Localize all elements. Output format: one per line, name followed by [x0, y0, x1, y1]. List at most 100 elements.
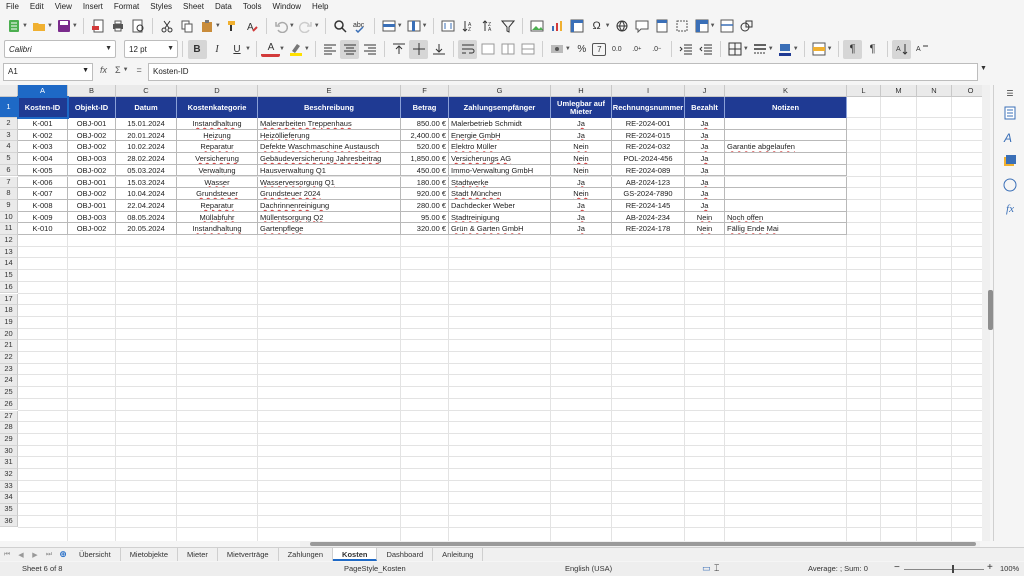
table-cell[interactable]: Defekte Waschmaschine Austausch	[258, 141, 401, 154]
table-cell[interactable]: K-007	[18, 188, 68, 200]
table-cell[interactable]: Immo-Verwaltung GmbH	[449, 164, 551, 177]
table-cell[interactable]: OBJ-003	[68, 153, 116, 165]
row-header[interactable]: 32	[0, 469, 18, 481]
unmerge-cells-icon[interactable]	[518, 40, 537, 59]
table-cell[interactable]: Ja	[551, 129, 612, 142]
table-cell[interactable]: Grundsteuer 2024	[258, 188, 401, 200]
column-header-g[interactable]: G	[449, 85, 551, 97]
table-cell[interactable]	[725, 176, 847, 189]
row-header[interactable]: 36	[0, 515, 18, 528]
sheet-tab[interactable]: Dashboard	[377, 548, 434, 561]
table-header-cell[interactable]: Notizen	[725, 97, 847, 118]
print-preview-icon[interactable]	[128, 17, 147, 36]
table-cell[interactable]: OBJ-002	[68, 141, 116, 154]
table-cell[interactable]: K-009	[18, 211, 68, 224]
font-name-box[interactable]: Calibri ▼	[4, 40, 116, 58]
row-header[interactable]: 5	[0, 153, 18, 165]
row-header[interactable]: 23	[0, 363, 18, 376]
chevron-down-icon[interactable]: ▼	[565, 46, 571, 52]
menu-insert[interactable]: Insert	[77, 0, 108, 13]
row-header[interactable]: 7	[0, 176, 18, 189]
row-header[interactable]: 15	[0, 270, 18, 282]
pivot-table-icon[interactable]	[567, 17, 586, 36]
table-cell[interactable]: K-010	[18, 223, 68, 235]
column-header-h[interactable]: H	[551, 85, 612, 97]
save-icon[interactable]	[54, 17, 73, 36]
table-cell[interactable]: 920.00 €	[401, 188, 449, 200]
show-draw-functions-icon[interactable]	[737, 17, 756, 36]
row-header[interactable]: 25	[0, 387, 18, 399]
column-icon[interactable]	[404, 17, 423, 36]
previous-sheet-icon[interactable]: ◀	[14, 551, 28, 559]
table-cell[interactable]: Ja	[685, 176, 725, 189]
text-direction-icon[interactable]: A	[892, 39, 912, 59]
table-cell[interactable]: 450.00 €	[401, 164, 449, 177]
table-cell[interactable]: Gartenpflege	[258, 223, 401, 235]
table-header-cell[interactable]: Datum	[116, 97, 177, 118]
zoom-out-icon[interactable]: −	[894, 562, 900, 573]
align-left-icon[interactable]	[320, 40, 339, 59]
row-header[interactable]: 1	[0, 97, 18, 118]
row-header[interactable]: 12	[0, 235, 18, 247]
table-cell[interactable]: K-006	[18, 176, 68, 189]
zoom-slider[interactable]	[904, 569, 984, 570]
row-header[interactable]: 13	[0, 246, 18, 259]
column-header-c[interactable]: C	[116, 85, 177, 97]
table-cell[interactable]: OBJ-001	[68, 199, 116, 212]
chevron-down-icon[interactable]: ▼	[710, 23, 716, 29]
delete-decimal-icon[interactable]: .0−	[647, 40, 666, 59]
table-cell[interactable]: Heizöllieferung	[258, 129, 401, 142]
insert-chart-icon[interactable]	[547, 17, 566, 36]
table-cell[interactable]: Hausverwaltung Q1	[258, 164, 401, 177]
sheet-tab[interactable]: Kosten	[333, 548, 378, 561]
column-header-e[interactable]: E	[258, 85, 401, 97]
add-sheet-icon[interactable]: ⊕	[56, 549, 70, 560]
border-color-icon[interactable]	[775, 40, 794, 59]
row-header[interactable]: 4	[0, 141, 18, 154]
language[interactable]: English (USA)	[565, 564, 612, 573]
chevron-down-icon[interactable]: ▼	[245, 46, 251, 52]
chevron-down-icon[interactable]: ▼	[605, 23, 611, 29]
copy-icon[interactable]	[177, 17, 196, 36]
row-header[interactable]: 28	[0, 422, 18, 434]
table-cell[interactable]: RE-2024-178	[612, 223, 685, 235]
table-cell[interactable]: OBJ-001	[68, 118, 116, 130]
zoom-in-icon[interactable]: +	[987, 562, 993, 573]
sort-ascending-icon[interactable]: AZ	[458, 17, 477, 36]
align-bottom-icon[interactable]	[429, 40, 448, 59]
find-replace-icon[interactable]	[330, 17, 349, 36]
align-top-icon[interactable]	[389, 40, 408, 59]
cut-icon[interactable]	[157, 17, 176, 36]
name-box[interactable]: A1 ▼	[3, 63, 93, 81]
menu-format[interactable]: Format	[108, 0, 144, 13]
column-header-f[interactable]: F	[401, 85, 449, 97]
chevron-down-icon[interactable]: ▼	[72, 23, 78, 29]
bold-button[interactable]: B	[187, 39, 207, 59]
percent-format-button[interactable]: %	[572, 40, 591, 59]
split-window-icon[interactable]	[717, 17, 736, 36]
table-cell[interactable]: K-002	[18, 129, 68, 142]
table-cell[interactable]: Dachdecker Weber	[449, 199, 551, 212]
selection-mode-icon[interactable]: ▭	[702, 563, 711, 574]
chevron-down-icon[interactable]: ▼	[768, 46, 774, 52]
menu-tools[interactable]: Tools	[237, 0, 267, 13]
menu-help[interactable]: Help	[306, 0, 333, 13]
table-cell[interactable]: K-003	[18, 141, 68, 154]
row-header[interactable]: 31	[0, 457, 18, 469]
table-cell[interactable]: Stadtreinigung	[449, 211, 551, 224]
table-cell[interactable]: Garantie abgelaufen	[725, 141, 847, 154]
undo-icon[interactable]	[271, 17, 290, 36]
table-cell[interactable]: Müllentsorgung Q2	[258, 211, 401, 224]
row-header[interactable]: 14	[0, 258, 18, 271]
table-cell[interactable]: AB-2024-234	[612, 211, 685, 224]
open-folder-icon[interactable]	[29, 17, 48, 36]
vertical-text-icon[interactable]: A	[912, 40, 931, 59]
formula-icon[interactable]: =	[137, 65, 142, 75]
font-size-box[interactable]: 12 pt ▼	[124, 40, 178, 58]
table-cell[interactable]: Müllabfuhr	[177, 211, 258, 224]
merge-cells-icon[interactable]	[498, 40, 517, 59]
table-cell[interactable]: K-005	[18, 164, 68, 177]
table-cell[interactable]: OBJ-001	[68, 176, 116, 189]
sum-icon[interactable]: Σ	[115, 65, 121, 75]
hamburger-menu-icon[interactable]: ☰	[1002, 85, 1018, 101]
